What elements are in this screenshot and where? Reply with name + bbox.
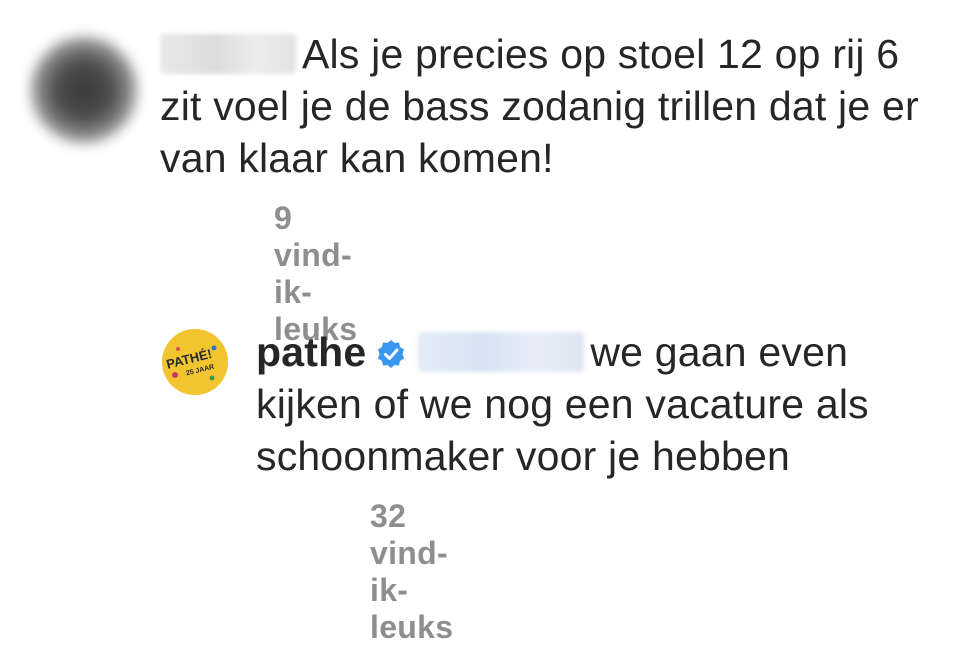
username[interactable]: pathe	[256, 329, 366, 375]
username-redacted[interactable]	[160, 34, 296, 74]
avatar[interactable]: PATHÉ! 25 JAAR	[162, 329, 228, 395]
avatar[interactable]	[30, 36, 138, 144]
likes-count[interactable]: 32 vind-ik-leuks	[370, 498, 453, 646]
mention-redacted[interactable]	[418, 332, 585, 372]
comment-body: Als je precies op stoel 12 op rij 6 zit …	[160, 28, 940, 184]
pathe-logo-icon: PATHÉ! 25 JAAR	[162, 329, 228, 395]
comment-body: pathe we gaan even kijken of we nog een …	[256, 326, 956, 482]
verified-badge-icon	[378, 340, 405, 368]
